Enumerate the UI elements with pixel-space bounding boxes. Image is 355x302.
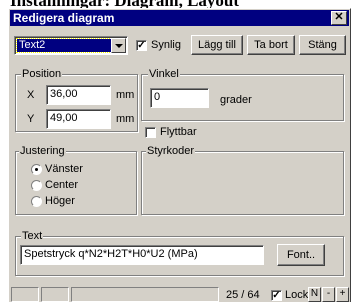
control-codes-group: [141, 151, 344, 215]
text-object-select[interactable]: Text2: [14, 36, 128, 55]
status-panel-3: [71, 287, 219, 302]
minus-button[interactable]: -: [322, 287, 335, 302]
y-unit: mm: [116, 113, 135, 125]
y-label: Y: [27, 113, 35, 125]
x-unit: mm: [116, 89, 135, 101]
angle-input[interactable]: 0: [150, 88, 209, 108]
angle-unit: grader: [220, 94, 252, 106]
radio-center[interactable]: [31, 180, 42, 191]
radio-left-label: Vänster: [45, 163, 83, 175]
lock-checkbox[interactable]: ✓: [271, 290, 282, 301]
lock-label: Lock: [285, 289, 309, 301]
text-input[interactable]: Spetstryck q*N2*H2T*H0*U2 (MPa): [20, 245, 264, 265]
background-page-header: Inställningar: Diagram, Layout: [0, 0, 355, 8]
plus-button[interactable]: +: [336, 287, 349, 302]
text-legend: Text: [21, 230, 44, 242]
alignment-legend: Justering: [19, 145, 66, 157]
x-input[interactable]: 36,00: [46, 85, 111, 105]
angle-legend: Vinkel: [148, 68, 180, 80]
radio-center-label: Center: [45, 179, 79, 191]
status-panel-2: [41, 287, 69, 302]
close-icon[interactable]: ✕: [331, 11, 347, 25]
radio-right[interactable]: [31, 196, 42, 207]
dialog-titlebar[interactable]: Redigera diagram ✕: [10, 10, 349, 26]
radio-left[interactable]: [31, 164, 42, 175]
dialog-title: Redigera diagram: [13, 11, 115, 25]
chevron-down-icon[interactable]: [111, 38, 126, 53]
movable-checkbox[interactable]: [145, 127, 156, 138]
y-input[interactable]: 49,00: [46, 109, 111, 129]
font-button[interactable]: Font..: [277, 244, 325, 266]
control-codes-legend: Styrkoder: [146, 145, 196, 157]
n-button[interactable]: N: [308, 287, 321, 302]
x-label: X: [27, 89, 35, 101]
visible-label: Synlig: [151, 39, 181, 51]
movable-label: Flyttbar: [160, 126, 197, 138]
add-button[interactable]: Lägg till: [191, 35, 243, 55]
close-button[interactable]: Stäng: [299, 35, 346, 55]
text-object-select-value: Text2: [16, 38, 112, 53]
radio-right-label: Höger: [45, 195, 75, 207]
status-bar: 25 / 64 ✓ Lock N - +: [9, 285, 350, 302]
status-panel-1: [11, 287, 39, 302]
visible-checkbox[interactable]: ✓: [136, 40, 147, 51]
background-header-text: Inställningar: Diagram, Layout: [10, 0, 239, 8]
position-legend: Position: [21, 68, 63, 80]
delete-button[interactable]: Ta bort: [247, 35, 295, 55]
record-counter: 25 / 64: [226, 289, 260, 301]
